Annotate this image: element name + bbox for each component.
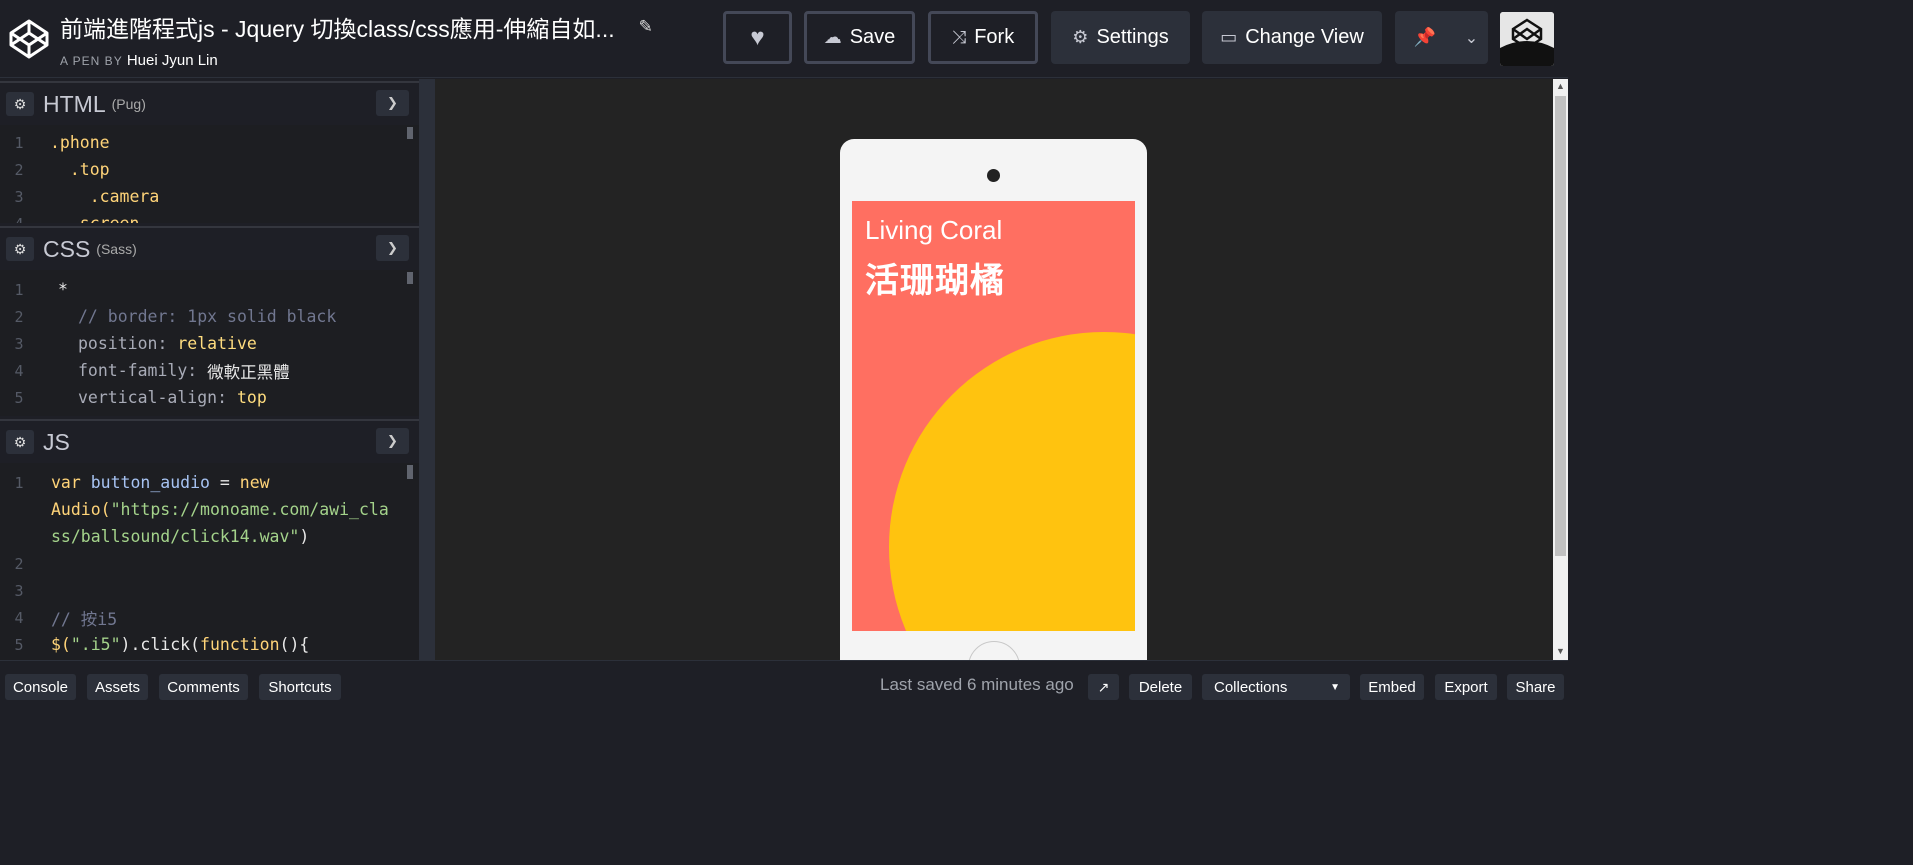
code-line: 1 var button_audio = new <box>14 473 270 492</box>
preview-scrollbar[interactable]: ▲ ▼ <box>1553 79 1568 660</box>
view-icon: ▭ <box>1220 27 1238 47</box>
css-collapse-chevron-icon[interactable]: ❯ <box>376 235 409 261</box>
css-scroll-thumb[interactable] <box>407 272 413 284</box>
css-settings-gear-icon[interactable]: ⚙ <box>6 237 34 261</box>
js-pane-header: ⚙ JS ❯ <box>0 419 419 463</box>
caret-down-icon: ▼ <box>1330 681 1340 693</box>
css-pane-title: CSS <box>43 235 91 262</box>
codepen-logo-icon[interactable] <box>8 18 50 60</box>
fork-icon: ⤨ <box>951 27 967 47</box>
edit-title-icon[interactable]: ✎ <box>639 17 653 37</box>
external-link-icon: ↗ <box>1097 678 1110 695</box>
save-label: Save <box>849 26 896 48</box>
save-button[interactable]: ☁ Save <box>804 11 915 64</box>
pen-title[interactable]: 前端進階程式js - Jquery 切換class/css應用-伸縮自如... <box>60 10 615 44</box>
change-view-label: Change View <box>1245 26 1364 48</box>
settings-label: Settings <box>1096 26 1169 48</box>
avatar[interactable] <box>1500 12 1554 66</box>
html-pane-header: ⚙ HTML (Pug) ❯ <box>0 81 419 125</box>
fork-button[interactable]: ⤨ Fork <box>928 11 1038 64</box>
preview-scroll-thumb[interactable] <box>1555 96 1566 556</box>
code-line: 2// border: 1px solid black <box>14 307 337 326</box>
code-line: 2 <box>14 554 24 573</box>
code-line: Audio("https://monoame.com/awi_cla <box>51 500 389 519</box>
html-collapse-chevron-icon[interactable]: ❯ <box>376 90 409 116</box>
shortcuts-button[interactable]: Shortcuts <box>259 674 341 700</box>
assets-button[interactable]: Assets <box>87 674 148 700</box>
html-pane-title: HTML <box>43 90 106 117</box>
code-line: 4 font-family: 微軟正黑體 <box>14 361 290 382</box>
app-header: 前端進階程式js - Jquery 切換class/css應用-伸縮自如... … <box>0 0 1568 78</box>
code-line: 5 vertical-align: top <box>14 388 267 407</box>
screen-title-zh: 活珊瑚橘 <box>865 261 1005 301</box>
js-scroll-thumb[interactable] <box>407 465 413 479</box>
code-line: 1 .phone <box>14 133 110 152</box>
external-link-button[interactable]: ↗ <box>1088 674 1119 700</box>
collections-label: Collections <box>1214 678 1288 696</box>
embed-button[interactable]: Embed <box>1360 674 1424 700</box>
fork-label: Fork <box>974 26 1015 48</box>
screen-title-en: Living Coral <box>865 215 1003 245</box>
cloud-icon: ☁ <box>823 27 842 47</box>
share-button[interactable]: Share <box>1507 674 1564 700</box>
css-code-editor[interactable]: 1 * 2// border: 1px solid black 3 position… <box>0 270 419 416</box>
last-saved-status: Last saved 6 minutes ago <box>880 675 1074 694</box>
gear-icon: ⚙ <box>1072 27 1089 47</box>
settings-button[interactable]: ⚙ Settings <box>1051 11 1190 64</box>
editor-resize-gutter[interactable] <box>419 79 435 660</box>
pen-title-block: 前端進階程式js - Jquery 切換class/css應用-伸縮自如... … <box>60 10 653 69</box>
byline-prefix: A PEN BY <box>60 54 123 68</box>
scroll-up-arrow-icon[interactable]: ▲ <box>1556 81 1565 91</box>
html-code-editor[interactable]: 1.phone 2 .top 3 .camera 4 .screen <box>0 125 419 223</box>
code-line: 2 .top <box>14 160 110 179</box>
pin-icon[interactable]: 📌 <box>1395 27 1455 48</box>
collections-dropdown[interactable]: Collections ▼ <box>1202 674 1350 700</box>
code-line: 1 * <box>14 280 68 299</box>
code-line: 4// 按i5 <box>14 608 118 629</box>
css-pane-header: ⚙ CSS (Sass) ❯ <box>0 226 419 270</box>
css-preprocessor: (Sass) <box>96 241 137 257</box>
preview-pane[interactable]: Living Coral 活珊瑚橘 <box>435 79 1553 660</box>
code-line: 3 position: relative <box>14 334 257 353</box>
scroll-down-arrow-icon[interactable]: ▼ <box>1556 646 1565 656</box>
code-line: ss/ballsound/click14.wav") <box>51 527 310 546</box>
phone-home-button[interactable] <box>968 641 1020 660</box>
code-line: 3 <box>14 581 24 600</box>
avatar-icon <box>1500 12 1554 66</box>
byline: A PEN BY Huei Jyun Lin <box>60 52 653 69</box>
code-line: 3 .camera <box>14 187 160 206</box>
code-line: 5 $(".i5").click(function(){ <box>14 635 310 654</box>
phone-screen[interactable]: Living Coral 活珊瑚橘 <box>852 201 1135 631</box>
change-view-button[interactable]: ▭ Change View <box>1202 11 1382 64</box>
editor-panes: ⚙ HTML (Pug) ❯ 1 .phone 2 .top 3 .camera … <box>0 79 419 660</box>
love-button[interactable]: ♥ <box>723 11 792 64</box>
export-button[interactable]: Export <box>1435 674 1497 700</box>
footer-bar: Console Assets Comments Shortcuts Last s… <box>0 660 1568 709</box>
phone-mockup: Living Coral 活珊瑚橘 <box>840 139 1147 660</box>
author-link[interactable]: Huei Jyun Lin <box>127 52 218 69</box>
heart-icon: ♥ <box>750 23 765 51</box>
js-collapse-chevron-icon[interactable]: ❯ <box>376 428 409 454</box>
phone-camera <box>987 169 1000 182</box>
comments-button[interactable]: Comments <box>159 674 248 700</box>
pin-button-group: 📌 ⌄ <box>1395 11 1488 64</box>
html-settings-gear-icon[interactable]: ⚙ <box>6 92 34 116</box>
console-button[interactable]: Console <box>5 674 76 700</box>
js-settings-gear-icon[interactable]: ⚙ <box>6 430 34 454</box>
html-scroll-thumb[interactable] <box>407 127 413 139</box>
js-pane-title: JS <box>43 428 70 455</box>
html-preprocessor: (Pug) <box>111 96 146 112</box>
chevron-down-icon[interactable]: ⌄ <box>1455 28 1488 48</box>
js-code-editor[interactable]: 1 var button_audio = new Audio("https://m… <box>0 463 419 660</box>
sun-circle <box>889 332 1135 631</box>
code-line: 4 .screen <box>0 210 139 223</box>
delete-button[interactable]: Delete <box>1129 674 1192 700</box>
